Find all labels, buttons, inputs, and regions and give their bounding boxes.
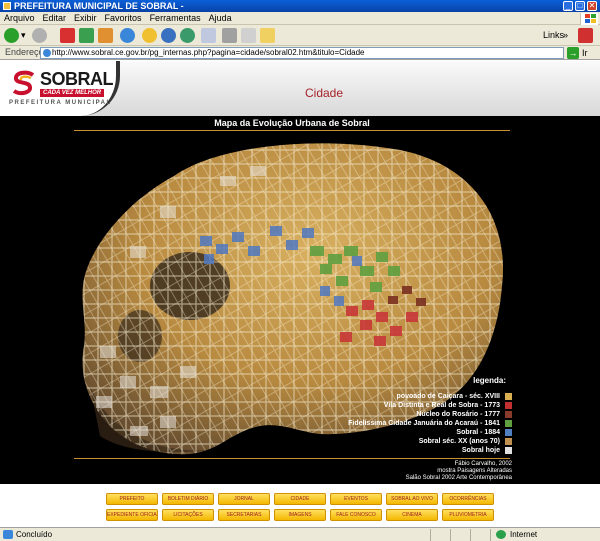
legend-item: Núcleo do Rosário - 1777 (340, 410, 512, 419)
messenger-icon[interactable] (578, 28, 593, 43)
logo-panel[interactable]: SOBRAL CADA VEZ MELHOR PREFEITURA MUNICI… (0, 61, 120, 116)
discuss-icon[interactable] (260, 28, 275, 43)
status-bar: Concluído Internet (0, 527, 600, 541)
back-icon[interactable] (4, 28, 19, 43)
legend-item: Sobral hoje (340, 446, 512, 455)
nav-imagens[interactable]: IMAGENS (274, 509, 326, 521)
nav-fale-conosco[interactable]: FALE CONOSCO (330, 509, 382, 521)
ie-app-icon (3, 2, 11, 10)
mail-icon[interactable] (201, 28, 216, 43)
links-label[interactable]: Links (543, 30, 564, 40)
search-icon[interactable] (120, 28, 135, 43)
address-label: Endereço (5, 47, 44, 57)
site-nav: PREFEITO BOLETIM DIÁRIO JORNAL CIDADE EV… (0, 486, 600, 526)
print-icon[interactable] (222, 28, 237, 43)
nav-licitacoes[interactable]: LICITAÇÕES (162, 509, 214, 521)
map-title: Mapa da Evolução Urbana de Sobral (214, 118, 370, 128)
logo-name: SOBRAL (40, 69, 114, 89)
favorites-icon[interactable] (142, 28, 157, 43)
stop-icon[interactable] (60, 28, 75, 43)
nav-cinema[interactable]: CINEMA (386, 509, 438, 521)
map-credits: Fábio Carvalho, 2002 mostra Paisagens Al… (406, 461, 512, 482)
legend-title: legenda: (473, 376, 506, 385)
address-input[interactable]: http://www.sobral.ce.gov.br/pg_internas.… (40, 47, 564, 59)
refresh-icon[interactable] (79, 28, 94, 43)
nav-prefeito[interactable]: PREFEITO (106, 493, 158, 505)
map-legend: legenda: povoado de Caiçara - séc. XVIII… (340, 376, 512, 455)
nav-sobral-ao-vivo[interactable]: SOBRAL AO VIVO (386, 493, 438, 505)
nav-jornal[interactable]: JORNAL (218, 493, 270, 505)
menu-editar[interactable]: Editar (39, 12, 71, 25)
address-bar: Endereço http://www.sobral.ce.gov.br/pg_… (0, 46, 600, 60)
top-divider (74, 130, 510, 131)
legend-item: povoado de Caiçara - séc. XVIII (340, 392, 512, 401)
page-title: Cidade (305, 86, 344, 100)
address-url: http://www.sobral.ce.gov.br/pg_internas.… (52, 48, 365, 57)
home-icon[interactable] (98, 28, 113, 43)
legend-swatch (505, 393, 512, 400)
edit-icon[interactable] (241, 28, 256, 43)
page-icon (43, 49, 51, 57)
credit-exhibition: mostra Paisagens Alteradas (437, 468, 512, 474)
legend-swatch (505, 402, 512, 409)
bottom-divider (74, 458, 510, 459)
map-section: Mapa da Evolução Urbana de Sobral legend… (0, 116, 600, 484)
logo-tagline: CADA VEZ MELHOR (40, 89, 105, 97)
window-title-bar: PREFEITURA MUNICIPAL DE SOBRAL - (0, 0, 600, 12)
menu-bar: Arquivo Editar Exibir Favoritos Ferramentas A… (0, 12, 600, 25)
media-icon[interactable] (180, 28, 195, 43)
legend-swatch (505, 447, 512, 454)
legend-swatch (505, 411, 512, 418)
menu-exibir[interactable]: Exibir (70, 12, 101, 25)
nav-boletim-diario[interactable]: BOLETIM DIÁRIO (162, 493, 214, 505)
sobral-logo-icon (12, 70, 35, 96)
menu-ajuda[interactable]: Ajuda (205, 12, 236, 25)
maximize-button[interactable]: □ (575, 1, 585, 11)
site-header: SOBRAL CADA VEZ MELHOR PREFEITURA MUNICI… (0, 61, 600, 116)
internet-zone-icon (496, 530, 506, 539)
status-text: Concluído (16, 530, 53, 539)
forward-icon[interactable] (32, 28, 47, 43)
legend-item: Vila Distinta e Real de Sobra - 1773 (340, 401, 512, 410)
close-button[interactable]: ✕ (587, 1, 597, 11)
menu-ferramentas[interactable]: Ferramentas (146, 12, 205, 25)
legend-swatch (505, 420, 512, 427)
menu-favoritos[interactable]: Favoritos (101, 12, 146, 25)
legend-item: Sobral séc. XX (anos 70) (340, 437, 512, 446)
security-zone: Internet (510, 530, 538, 539)
page-done-icon (3, 530, 13, 539)
logo-subtitle: PREFEITURA MUNICIPAL (9, 100, 112, 106)
minimize-button[interactable]: _ (563, 1, 573, 11)
credit-salon: Salão Sobral 2002 Arte Contemporânea (405, 475, 512, 481)
nav-cidade[interactable]: CIDADE (274, 493, 326, 505)
legend-swatch (505, 438, 512, 445)
legend-item: Fidelíssima Cidade Januária do Acaraú - … (340, 419, 512, 428)
menu-arquivo[interactable]: Arquivo (0, 12, 39, 25)
history-icon[interactable] (161, 28, 176, 43)
toolbar: ▾ Links » (0, 25, 600, 46)
legend-swatch (505, 429, 512, 436)
nav-expediente-oficial[interactable]: EXPEDIENTE OFICIAL (106, 509, 158, 521)
windows-logo-icon (580, 13, 598, 25)
nav-ocorrencias[interactable]: OCORRÊNCIAS (442, 493, 494, 505)
nav-secretarias[interactable]: SECRETARIAS (218, 509, 270, 521)
nav-pluviometria[interactable]: PLUVIOMETRIA (442, 509, 494, 521)
credit-author: Fábio Carvalho, 2002 (454, 461, 512, 467)
nav-eventos[interactable]: EVENTOS (330, 493, 382, 505)
toolbar-chevron-icon[interactable]: » (563, 30, 568, 40)
go-button[interactable]: Ir (582, 48, 588, 58)
page-viewport: SOBRAL CADA VEZ MELHOR PREFEITURA MUNICI… (0, 61, 600, 527)
window-title: PREFEITURA MUNICIPAL DE SOBRAL - (14, 1, 184, 11)
go-arrow-icon[interactable]: → (567, 47, 579, 59)
legend-item: Sobral - 1884 (340, 428, 512, 437)
